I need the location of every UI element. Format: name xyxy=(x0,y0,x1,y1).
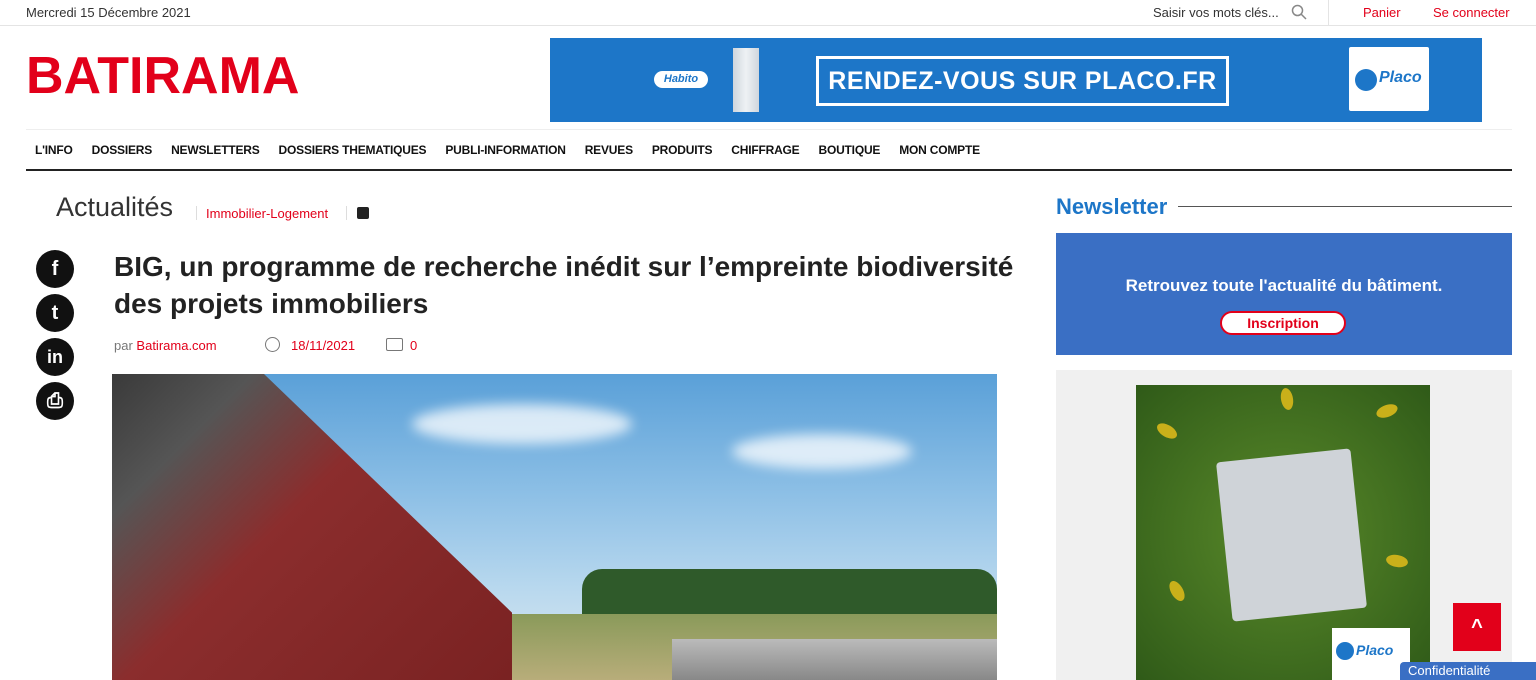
divider xyxy=(196,206,197,220)
author-link[interactable]: Batirama.com xyxy=(136,338,216,353)
divider xyxy=(1178,206,1512,207)
back-to-top-button[interactable]: ^ xyxy=(1453,603,1501,651)
subscribe-button[interactable]: Inscription xyxy=(1220,311,1346,335)
privacy-button[interactable]: Confidentialité xyxy=(1400,662,1536,680)
top-bar: Mercredi 15 Décembre 2021 Saisir vos mot… xyxy=(0,0,1536,26)
placo-logo-text: Placo xyxy=(1356,642,1394,658)
main-nav: L'INFO DOSSIERS NEWSLETTERS DOSSIERS THEMAT… xyxy=(26,129,1512,171)
nav-item[interactable]: BOUTIQUE xyxy=(818,143,880,157)
cart-link[interactable]: Panier xyxy=(1363,5,1401,20)
newsletter-heading: Newsletter xyxy=(1056,194,1168,219)
divider xyxy=(1328,0,1329,26)
sidebar-ad[interactable]: Placo xyxy=(1056,370,1512,680)
nav-item[interactable]: PUBLI-INFORMATION xyxy=(445,143,566,157)
print-icon[interactable]: ⎙ xyxy=(36,382,74,420)
plasterboard-image xyxy=(733,48,759,112)
nav-item[interactable]: PRODUITS xyxy=(652,143,713,157)
article-photo xyxy=(112,374,997,680)
nav-item[interactable]: REVUES xyxy=(585,143,633,157)
banner-cta[interactable]: RENDEZ-VOUS SUR PLACO.FR xyxy=(816,56,1229,106)
search-input[interactable]: Saisir vos mots clés... xyxy=(1153,5,1279,20)
facebook-share-icon[interactable]: f xyxy=(36,250,74,288)
placo-globe-icon xyxy=(1355,69,1377,91)
category-tag[interactable]: Immobilier-Logement xyxy=(206,206,328,221)
search-icon[interactable] xyxy=(1291,4,1307,20)
linkedin-share-icon[interactable]: in xyxy=(36,338,74,376)
placo-logo-text: Placo xyxy=(1379,69,1422,86)
newsletter-box: Retrouvez toute l'actualité du bâtiment.… xyxy=(1056,233,1512,355)
article-byline: par Batirama.com xyxy=(114,338,217,353)
rss-icon[interactable] xyxy=(357,207,369,219)
nav-item[interactable]: L'INFO xyxy=(35,143,73,157)
newsletter-text: Retrouvez toute l'actualité du bâtiment. xyxy=(1125,276,1443,295)
ad-image[interactable]: Placo xyxy=(1136,385,1430,680)
nav-item[interactable]: NEWSLETTERS xyxy=(171,143,260,157)
clock-icon xyxy=(265,337,280,352)
placo-logo: Placo xyxy=(1332,628,1410,680)
nav-item[interactable]: DOSSIERS THEMATIQUES xyxy=(279,143,427,157)
placo-globe-icon xyxy=(1336,642,1354,660)
byline-prefix: par xyxy=(114,338,133,353)
comment-count[interactable]: 0 xyxy=(410,338,417,353)
nav-item[interactable]: MON COMPTE xyxy=(899,143,980,157)
site-logo[interactable]: BATIRAMA xyxy=(26,46,299,106)
comment-icon[interactable] xyxy=(386,338,403,351)
divider xyxy=(346,206,347,220)
article-headline: BIG, un programme de recherche inédit su… xyxy=(114,251,1014,319)
nav-item[interactable]: DOSSIERS xyxy=(92,143,153,157)
login-link[interactable]: Se connecter xyxy=(1433,5,1510,20)
nav-item[interactable]: CHIFFRAGE xyxy=(731,143,799,157)
ad-banner[interactable]: Habito RENDEZ-VOUS SUR PLACO.FR Placo xyxy=(550,38,1482,122)
current-date: Mercredi 15 Décembre 2021 xyxy=(26,5,191,20)
publish-date: 18/11/2021 xyxy=(291,338,356,353)
twitter-share-icon[interactable]: t xyxy=(36,294,74,332)
section-title: Actualités xyxy=(56,192,174,222)
placo-logo: Placo xyxy=(1349,47,1429,111)
habito-logo: Habito xyxy=(654,71,708,88)
